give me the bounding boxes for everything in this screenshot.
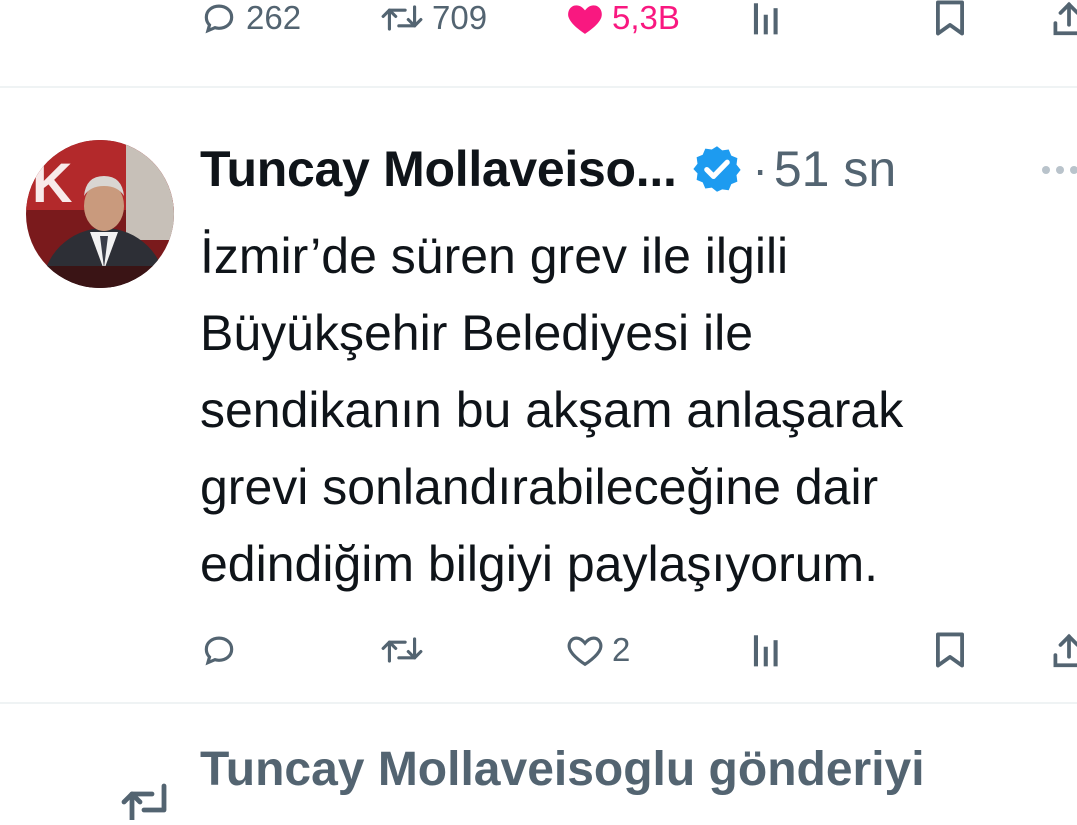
tweet-text-line: edindiğim bilgiyi paylaşıyorum. [200,536,879,592]
tweet-text: İzmir’de süren grev ile ilgili Büyükşehi… [200,218,1070,603]
views-button[interactable] [750,0,784,48]
share-button[interactable] [1052,0,1077,48]
tweet-text-line: sendikanın bu akşam anlaşarak [200,382,904,438]
retweet-button[interactable]: 709 [380,0,487,48]
like-count: 5,3B [612,0,680,36]
retweet-notice-text: Tuncay Mollaveisoglu gönderiyi [200,743,925,796]
tweet-text-line: İzmir’de süren grev ile ilgili [200,228,789,284]
retweet-button[interactable] [380,620,432,680]
bookmark-icon [934,631,966,669]
verified-badge-icon [691,143,743,195]
retweet-icon [118,780,178,825]
bookmark-icon [934,0,966,37]
timestamp[interactable]: 51 sn [774,140,896,198]
more-options-icon[interactable] [1042,150,1077,190]
bookmark-button[interactable] [934,620,966,680]
retweet-icon [380,0,424,37]
reply-button[interactable] [200,620,246,680]
divider [0,86,1077,88]
like-count: 2 [612,631,631,668]
heart-icon [566,632,604,668]
reply-icon [200,631,238,669]
previous-tweet-action-bar: 262 709 5,3B [0,0,1077,48]
author-name[interactable]: Tuncay Mollaveiso... [200,140,677,198]
share-icon [1052,631,1077,669]
share-icon [1052,0,1077,37]
svg-text:K: K [32,151,72,214]
reply-icon [200,0,238,37]
tweet-text-line: Büyükşehir Belediyesi ile [200,305,754,361]
retweet-icon [380,631,424,669]
views-button[interactable] [750,620,792,680]
share-button[interactable] [1052,620,1077,680]
bookmark-button[interactable] [934,0,966,48]
heart-icon [566,0,604,36]
views-icon [750,0,784,36]
tweet-header: Tuncay Mollaveiso... · 51 sn [200,136,896,202]
reply-count: 262 [246,0,302,36]
tweet-text-line: grevi sonlandırabileceğine dair [200,459,879,515]
like-button[interactable]: 2 [566,620,630,680]
separator-dot: · [752,143,768,195]
retweet-count: 709 [432,0,488,36]
views-icon [750,632,784,668]
avatar[interactable]: K [26,140,174,288]
reply-button[interactable]: 262 [200,0,301,48]
divider [0,702,1077,704]
tweet-action-bar: 2 [0,620,1077,680]
like-button[interactable]: 5,3B [566,0,680,48]
